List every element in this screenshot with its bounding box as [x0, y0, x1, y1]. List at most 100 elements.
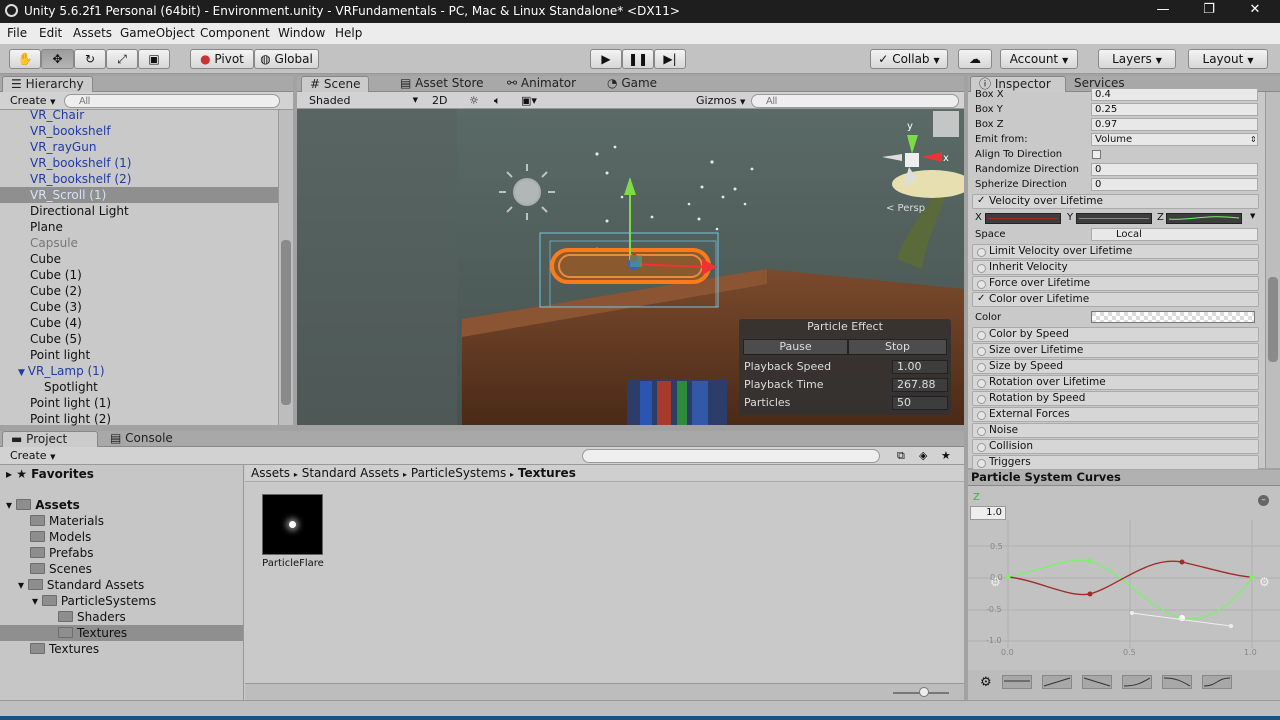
playback-time-field[interactable]: 267.88	[892, 378, 948, 392]
hierarchy-item[interactable]: Point light	[0, 347, 278, 363]
layers-dropdown[interactable]: Layers ▼	[1098, 49, 1176, 69]
effects-dropdown-icon[interactable]: ▣▾	[517, 94, 541, 109]
tree-textures[interactable]: Textures	[30, 641, 99, 657]
hierarchy-item[interactable]: Spotlight	[0, 379, 278, 395]
inspector-module[interactable]: Limit Velocity over Lifetime	[972, 244, 1259, 259]
inspector-module[interactable]: Color by Speed	[972, 327, 1259, 342]
curve-y-field[interactable]	[1076, 213, 1152, 224]
tab-hierarchy[interactable]: ☰ Hierarchy	[2, 76, 93, 92]
hand-tool-button[interactable]: ✋	[9, 49, 41, 69]
particleflare-thumbnail[interactable]	[262, 494, 323, 555]
align-to-direction-checkbox[interactable]	[1092, 150, 1101, 159]
account-dropdown[interactable]: Account ▼	[1000, 49, 1078, 69]
menu-component[interactable]: Component	[200, 26, 270, 40]
hierarchy-item[interactable]: Directional Light	[0, 203, 278, 219]
hierarchy-item[interactable]: Capsule	[0, 235, 278, 251]
hierarchy-item[interactable]: Cube (2)	[0, 283, 278, 299]
hierarchy-item[interactable]: Cube (1)	[0, 267, 278, 283]
zoom-slider-handle[interactable]	[919, 687, 929, 697]
cloud-button[interactable]: ☁	[958, 49, 992, 69]
preset-ease-in-out[interactable]	[1202, 675, 1232, 689]
hierarchy-item[interactable]: Cube (5)	[0, 331, 278, 347]
breadcrumb-assets[interactable]: Assets	[251, 466, 290, 480]
hierarchy-item[interactable]: VR_bookshelf (1)	[0, 155, 278, 171]
menu-gameobject[interactable]: GameObject	[120, 26, 195, 40]
hierarchy-item[interactable]: Cube (3)	[0, 299, 278, 315]
menu-assets[interactable]: Assets	[73, 26, 112, 40]
inspector-module[interactable]: Force over Lifetime	[972, 276, 1259, 291]
curve-max-field[interactable]: 1.0	[970, 506, 1006, 520]
preset-flat[interactable]	[1002, 675, 1032, 689]
inspector-module[interactable]: Noise	[972, 423, 1259, 438]
menu-window[interactable]: Window	[278, 26, 325, 40]
inspector-module[interactable]: Rotation over Lifetime	[972, 375, 1259, 390]
inspector-module[interactable]: Inherit Velocity	[972, 260, 1259, 275]
shading-dropdown[interactable]: Shaded ▼	[305, 94, 420, 109]
prop-value-field[interactable]: 0.97	[1091, 118, 1258, 131]
favorite-star-icon[interactable]: ★	[937, 449, 955, 464]
menu-help[interactable]: Help	[335, 26, 362, 40]
filter-type-icon[interactable]: ⧉	[893, 449, 909, 464]
scene-search-input[interactable]	[751, 94, 959, 108]
hierarchy-item[interactable]: VR_rayGun	[0, 139, 278, 155]
scrollbar-thumb[interactable]	[281, 240, 291, 405]
hierarchy-item[interactable]: Cube (4)	[0, 315, 278, 331]
step-button[interactable]: ▶|	[654, 49, 686, 69]
hierarchy-item[interactable]: VR_bookshelf	[0, 123, 278, 139]
tab-scene[interactable]: # Scene	[301, 76, 370, 92]
favorites-node[interactable]: ▸ ★ Favorites	[6, 466, 94, 482]
project-create-dropdown[interactable]: Create ▼	[6, 449, 59, 464]
persp-label[interactable]: < Persp	[886, 203, 925, 214]
rotate-tool-button[interactable]: ↻	[74, 49, 106, 69]
particle-pause-button[interactable]: Pause	[743, 339, 848, 355]
hierarchy-item[interactable]: Cube	[0, 251, 278, 267]
breadcrumb-particlesystems[interactable]: ParticleSystems	[411, 466, 506, 480]
breadcrumb-textures[interactable]: Textures	[518, 466, 576, 480]
inspector-module[interactable]: Size over Lifetime	[972, 343, 1259, 358]
rect-tool-button[interactable]: ▣	[138, 49, 170, 69]
gizmos-dropdown[interactable]: Gizmos ▼	[692, 94, 749, 109]
scrollbar-thumb[interactable]	[1268, 277, 1278, 362]
restore-icon[interactable]: ❐	[1194, 2, 1224, 17]
prop-value-field[interactable]: Volume	[1091, 133, 1258, 146]
presets-gear-icon[interactable]: ⚙	[980, 675, 992, 690]
inspector-module[interactable]: Collision	[972, 439, 1259, 454]
layout-dropdown[interactable]: Layout ▼	[1188, 49, 1268, 69]
collab-dropdown[interactable]: ✓ Collab ▼	[870, 49, 948, 69]
curve-x-field[interactable]	[985, 213, 1061, 224]
particle-stop-button[interactable]: Stop	[848, 339, 947, 355]
close-icon[interactable]: ✕	[1240, 2, 1270, 17]
particles-field[interactable]: 50	[892, 396, 948, 410]
hierarchy-item[interactable]: VR_Chair	[0, 107, 278, 123]
tree-particlesystems[interactable]: ▾ ParticleSystems	[32, 593, 156, 609]
space-dropdown[interactable]: Local	[1091, 228, 1258, 241]
prop-value-field[interactable]: 0.4	[1091, 88, 1258, 101]
tree-models[interactable]: Models	[30, 529, 91, 545]
hierarchy-item[interactable]: Plane	[0, 219, 278, 235]
lighting-toggle-icon[interactable]: ☼	[465, 94, 483, 109]
color-gradient-field[interactable]	[1091, 311, 1255, 323]
hierarchy-item[interactable]: ▼ VR_Lamp (1)	[0, 363, 278, 379]
move-tool-button[interactable]: ✥	[41, 49, 74, 69]
tree-prefabs[interactable]: Prefabs	[30, 545, 94, 561]
tree-shaders[interactable]: Shaders	[58, 609, 126, 625]
filter-label-icon[interactable]: ◈	[915, 449, 931, 464]
global-toggle[interactable]: ◍ Global	[254, 49, 319, 69]
inspector-module[interactable]: Rotation by Speed	[972, 391, 1259, 406]
prop-value-field[interactable]: 0.25	[1091, 103, 1258, 116]
minimize-icon[interactable]: —	[1148, 2, 1178, 17]
tree-standard-assets[interactable]: ▾ Standard Assets	[18, 577, 144, 593]
prop-value-field[interactable]: 0	[1091, 178, 1258, 191]
hierarchy-item[interactable]: Point light (2)	[0, 411, 278, 427]
menu-file[interactable]: File	[7, 26, 27, 40]
breadcrumb-standard-assets[interactable]: Standard Assets	[302, 466, 399, 480]
menu-edit[interactable]: Edit	[39, 26, 62, 40]
hierarchy-item[interactable]: VR_Scroll (1)	[0, 187, 278, 203]
hierarchy-item[interactable]: VR_bookshelf (2)	[0, 171, 278, 187]
module-velocity-over-lifetime[interactable]: Velocity over Lifetime	[972, 194, 1259, 209]
inspector-module[interactable]: Triggers	[972, 455, 1259, 470]
preset-linear-up[interactable]	[1042, 675, 1072, 689]
preset-ease-out[interactable]	[1162, 675, 1192, 689]
pivot-toggle[interactable]: ● Pivot	[190, 49, 254, 69]
tree-textures-selected[interactable]: Textures	[0, 625, 243, 641]
